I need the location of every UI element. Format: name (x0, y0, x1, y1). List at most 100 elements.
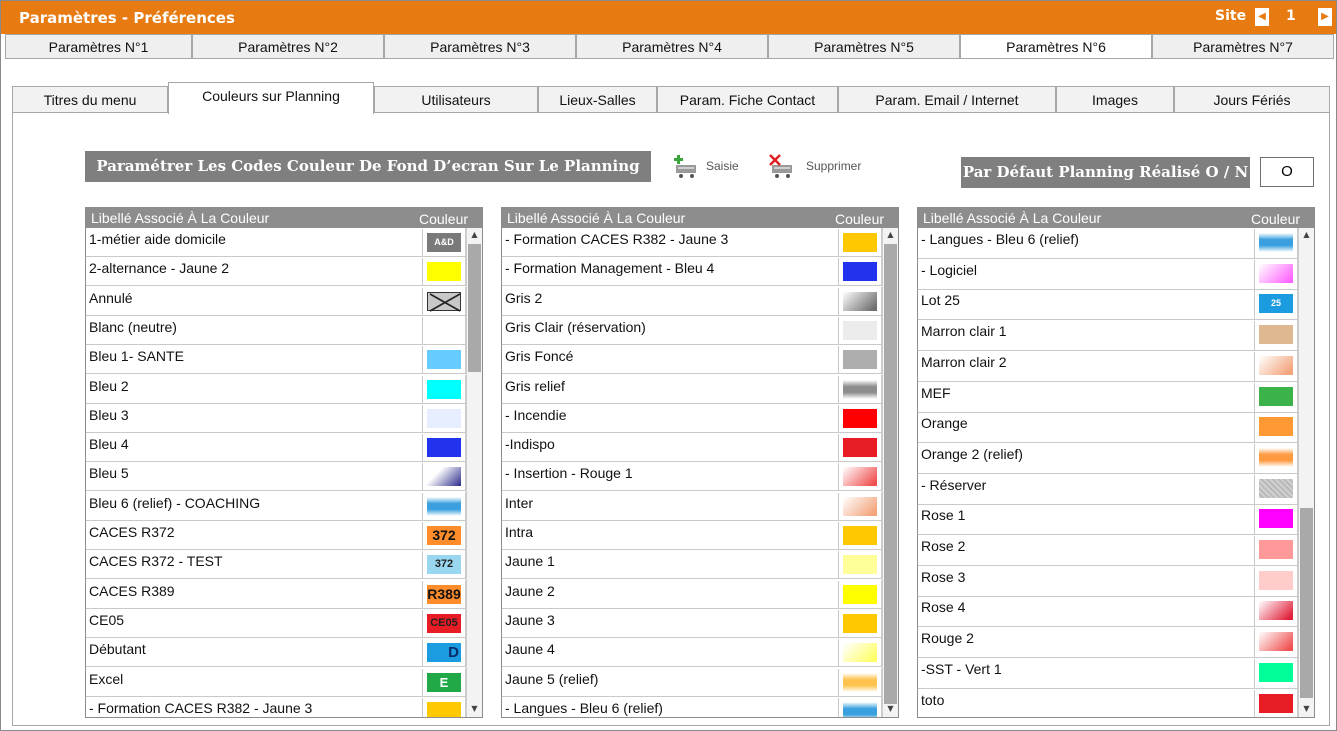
scroll-up-icon[interactable]: ▲ (883, 228, 898, 242)
color-swatch[interactable] (1259, 417, 1293, 436)
list-item[interactable]: Gris 2 (502, 287, 882, 316)
color-swatch[interactable] (843, 292, 877, 311)
list-item[interactable]: Gris Clair (réservation) (502, 316, 882, 345)
sub-tab-2[interactable]: Couleurs sur Planning (168, 82, 374, 114)
list-item[interactable]: Rose 1 (918, 504, 1298, 535)
main-tab-2[interactable]: Paramètres N°2 (192, 34, 384, 58)
list-item[interactable]: Jaune 4 (502, 638, 882, 667)
color-swatch[interactable] (1259, 448, 1293, 467)
list-item[interactable]: Lot 25 25 (918, 289, 1298, 320)
list-item[interactable]: Orange 2 (relief) (918, 443, 1298, 474)
color-swatch[interactable] (843, 438, 877, 457)
color-swatch[interactable] (1259, 233, 1293, 252)
list-item[interactable]: Annulé (86, 287, 466, 316)
supprimer-button[interactable]: Supprimer (768, 153, 878, 179)
color-swatch[interactable] (427, 292, 461, 312)
color-swatch[interactable] (1259, 325, 1293, 344)
color-swatch[interactable] (843, 321, 877, 340)
list-item[interactable]: Blanc (neutre) (86, 316, 466, 345)
color-swatch[interactable] (1259, 356, 1293, 375)
color-swatch[interactable] (1259, 264, 1293, 283)
scroll-down-icon[interactable]: ▼ (883, 702, 898, 716)
color-swatch[interactable] (843, 350, 877, 369)
saisie-button[interactable]: Saisie (672, 153, 752, 179)
list-item[interactable]: - Langues - Bleu 6 (relief) (502, 697, 882, 717)
list-item[interactable]: Rouge 2 (918, 627, 1298, 658)
list-item[interactable]: Bleu 6 (relief) - COACHING (86, 492, 466, 521)
scroll-down-icon[interactable]: ▼ (1299, 702, 1314, 716)
list-item[interactable]: Bleu 5 (86, 462, 466, 491)
list-item[interactable]: - Logiciel (918, 259, 1298, 290)
list-item[interactable]: - Insertion - Rouge 1 (502, 462, 882, 491)
scroll-up-icon[interactable]: ▲ (467, 228, 482, 242)
color-swatch[interactable] (843, 585, 877, 604)
color-swatch[interactable] (1259, 540, 1293, 559)
scroll-thumb[interactable] (884, 244, 897, 704)
color-swatch[interactable] (1259, 663, 1293, 682)
sub-tab-1[interactable]: Titres du menu (12, 86, 168, 113)
next-site-icon[interactable]: ▶ (1318, 8, 1332, 26)
list-item[interactable]: CE05 CE05 (86, 609, 466, 638)
list-item[interactable]: Bleu 2 (86, 375, 466, 404)
color-codes-header-button[interactable]: Paramétrer Les Codes Couleur De Fond D’e… (85, 151, 651, 182)
color-swatch[interactable] (427, 497, 461, 516)
color-swatch[interactable] (1259, 571, 1293, 590)
color-swatch[interactable] (427, 409, 461, 428)
color-swatch[interactable] (427, 702, 461, 717)
color-swatch[interactable] (1259, 601, 1293, 620)
color-swatch[interactable]: A&D (427, 233, 461, 252)
sub-tab-5[interactable]: Param. Fiche Contact (657, 86, 838, 113)
color-swatch[interactable]: 372 (427, 555, 461, 574)
list-item[interactable]: CACES R372 - TEST 372 (86, 550, 466, 579)
main-tab-4[interactable]: Paramètres N°4 (576, 34, 768, 58)
list-item[interactable]: - Formation Management - Bleu 4 (502, 257, 882, 286)
list-item[interactable]: - Réserver (918, 474, 1298, 505)
list-item[interactable]: - Langues - Bleu 6 (relief) (918, 228, 1298, 259)
list-item[interactable]: MEF (918, 382, 1298, 413)
list-item[interactable]: -SST - Vert 1 (918, 658, 1298, 689)
list-item[interactable]: 1-métier aide domicile A&D (86, 228, 466, 257)
color-swatch[interactable] (843, 380, 877, 399)
list-scrollbar[interactable]: ▲ ▼ (882, 228, 898, 717)
list-item[interactable]: CACES R372 372 (86, 521, 466, 550)
color-swatch[interactable] (427, 380, 461, 399)
list-item[interactable]: Marron clair 2 (918, 351, 1298, 382)
color-swatch[interactable]: 25 (1259, 294, 1293, 313)
list-item[interactable]: Intra (502, 521, 882, 550)
color-swatch[interactable] (843, 409, 877, 428)
list-item[interactable]: - Formation CACES R382 - Jaune 3 (86, 697, 466, 717)
list-item[interactable]: Bleu 4 (86, 433, 466, 462)
main-tab-1[interactable]: Paramètres N°1 (5, 34, 192, 58)
list-item[interactable]: Marron clair 1 (918, 320, 1298, 351)
color-swatch[interactable] (843, 467, 877, 486)
color-swatch[interactable] (427, 262, 461, 281)
list-item[interactable]: - Formation CACES R382 - Jaune 3 (502, 228, 882, 257)
scroll-up-icon[interactable]: ▲ (1299, 228, 1314, 242)
sub-tab-3[interactable]: Utilisateurs (374, 86, 538, 113)
list-item[interactable]: Jaune 5 (relief) (502, 668, 882, 697)
color-swatch[interactable] (843, 233, 877, 252)
color-swatch[interactable] (843, 673, 877, 692)
list-scrollbar[interactable]: ▲ ▼ (1298, 228, 1314, 717)
list-item[interactable]: toto (918, 689, 1298, 717)
color-swatch[interactable] (1259, 387, 1293, 406)
color-swatch[interactable] (427, 438, 461, 457)
list-item[interactable]: Bleu 1- SANTE (86, 345, 466, 374)
color-swatch[interactable]: E (427, 673, 461, 692)
scroll-down-icon[interactable]: ▼ (467, 702, 482, 716)
list-item[interactable]: - Incendie (502, 404, 882, 433)
list-item[interactable]: Orange (918, 412, 1298, 443)
color-swatch[interactable] (843, 555, 877, 574)
color-swatch[interactable] (843, 643, 877, 662)
list-item[interactable]: Excel E (86, 668, 466, 697)
list-item[interactable]: 2-alternance - Jaune 2 (86, 257, 466, 286)
color-swatch[interactable] (1259, 509, 1293, 528)
list-scrollbar[interactable]: ▲ ▼ (466, 228, 482, 717)
list-item[interactable]: Rose 3 (918, 566, 1298, 597)
list-item[interactable]: Jaune 3 (502, 609, 882, 638)
color-swatch[interactable] (427, 321, 461, 340)
sub-tab-8[interactable]: Jours Fériés (1174, 86, 1330, 113)
color-swatch[interactable]: CE05 (427, 614, 461, 633)
list-item[interactable]: Bleu 3 (86, 404, 466, 433)
main-tab-6[interactable]: Paramètres N°6 (960, 34, 1152, 58)
